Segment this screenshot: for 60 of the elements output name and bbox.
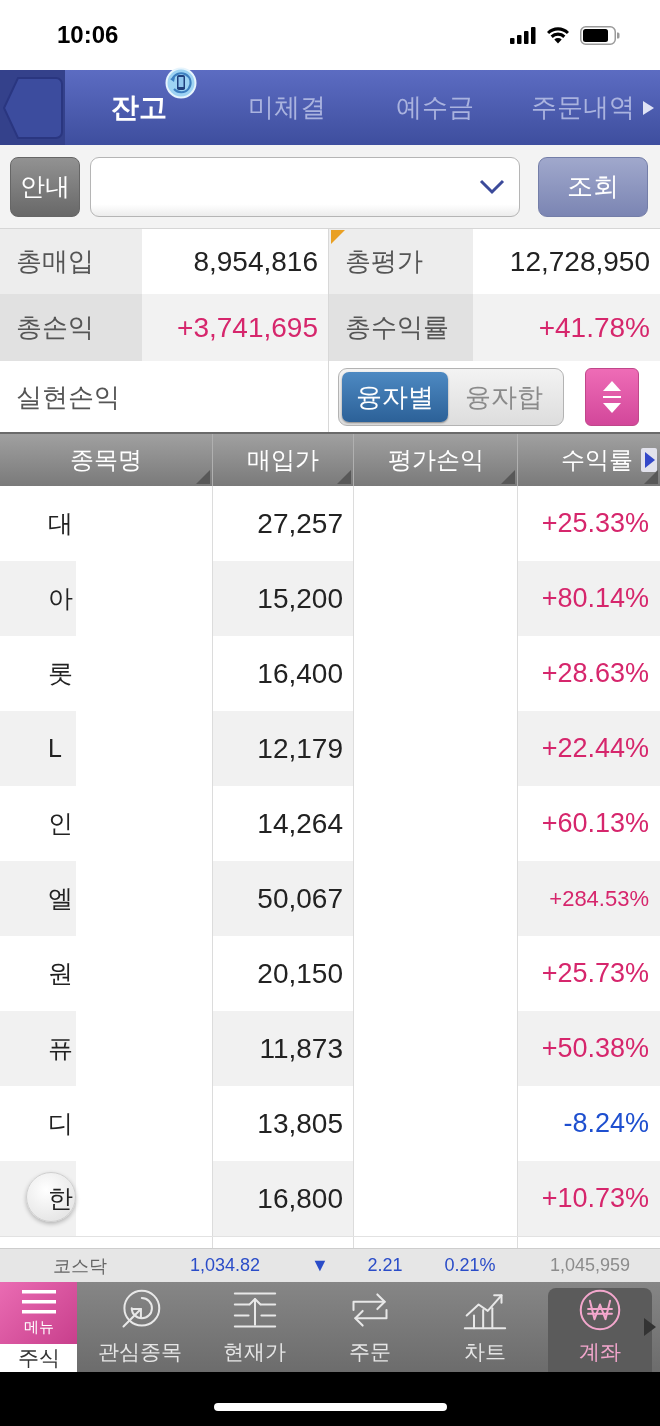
return-rate: +284.53% (517, 861, 660, 936)
menu-icon (21, 1289, 56, 1314)
won-circle-icon (578, 1288, 622, 1332)
column-header[interactable]: 매입가 (212, 434, 353, 486)
tab[interactable]: 미체결 (213, 70, 361, 145)
corner-triangle-icon (196, 470, 210, 484)
return-rate: +80.14% (517, 561, 660, 636)
nav-tab[interactable]: 현재가 (197, 1282, 312, 1372)
return-rate: +50.38% (517, 1011, 660, 1086)
menu-button[interactable]: 메뉴 (0, 1282, 77, 1344)
summary-label: 총평가 (328, 229, 473, 294)
trade-volume: 1,045,959 (548, 1255, 632, 1276)
column-header[interactable]: 종목명 (0, 434, 212, 486)
return-rate: +10.73% (517, 1161, 660, 1236)
summary-label: 총매입 (0, 229, 142, 294)
signal-icon (510, 26, 536, 44)
index-name: 코스닥 (52, 1254, 108, 1278)
search-button[interactable]: 조회 (538, 156, 648, 217)
loan-view-toggle[interactable]: 융자별 융자합 (338, 368, 564, 426)
status-time: 10:06 (57, 21, 119, 49)
purchase-price: 50,067 (212, 861, 353, 936)
tab[interactable]: 잔고 (65, 70, 213, 145)
summary-value: +41.78% (473, 294, 660, 361)
caret-right-icon (644, 1318, 656, 1336)
corner-triangle-icon (337, 470, 351, 484)
nav-tab[interactable]: 계좌 (548, 1288, 652, 1372)
sort-button[interactable] (585, 368, 639, 426)
toggle-option[interactable]: 융자별 (342, 372, 448, 422)
purchase-price: 11,873 (212, 1011, 353, 1086)
account-select-field[interactable] (90, 156, 520, 217)
tab[interactable]: 주문내역 (509, 70, 657, 145)
corner-triangle-icon (644, 470, 658, 484)
battery-icon (580, 25, 620, 45)
summary-label: 총수익률 (328, 294, 473, 361)
column-header[interactable]: 평가손익 (353, 434, 517, 486)
caret-right-icon (641, 448, 657, 472)
nav-tab[interactable]: 주문 (312, 1282, 427, 1372)
toggle-option[interactable]: 융자합 (448, 372, 560, 422)
nav-tab[interactable]: 관심종목 (82, 1282, 197, 1372)
guide-button[interactable]: 안내 (10, 156, 80, 217)
sort-arrows-icon (600, 379, 624, 415)
corner-triangle-icon (501, 470, 515, 484)
nav-tab[interactable]: 차트 (427, 1282, 542, 1372)
purchase-price: 16,800 (212, 1161, 353, 1236)
summary-value: +3,741,695 (142, 294, 328, 361)
chevron-down-icon (479, 178, 505, 195)
market-tab[interactable]: 주식 (0, 1344, 77, 1372)
column-header[interactable]: 수익률 (517, 434, 660, 486)
index-change: 2.21 (366, 1255, 404, 1276)
wifi-icon (546, 26, 570, 44)
index-change-rate: 0.21% (443, 1255, 497, 1276)
caret-right-icon (643, 101, 654, 115)
purchase-price: 15,200 (212, 561, 353, 636)
summary-label: 총손익 (0, 294, 142, 361)
index-value: 1,034.82 (188, 1255, 262, 1276)
return-rate: +22.44% (517, 711, 660, 786)
trend-arrow: ▼ (310, 1255, 330, 1276)
purchase-price: 12,179 (212, 711, 353, 786)
tab[interactable]: 예수금 (361, 70, 509, 145)
back-arrow-icon (2, 76, 63, 139)
